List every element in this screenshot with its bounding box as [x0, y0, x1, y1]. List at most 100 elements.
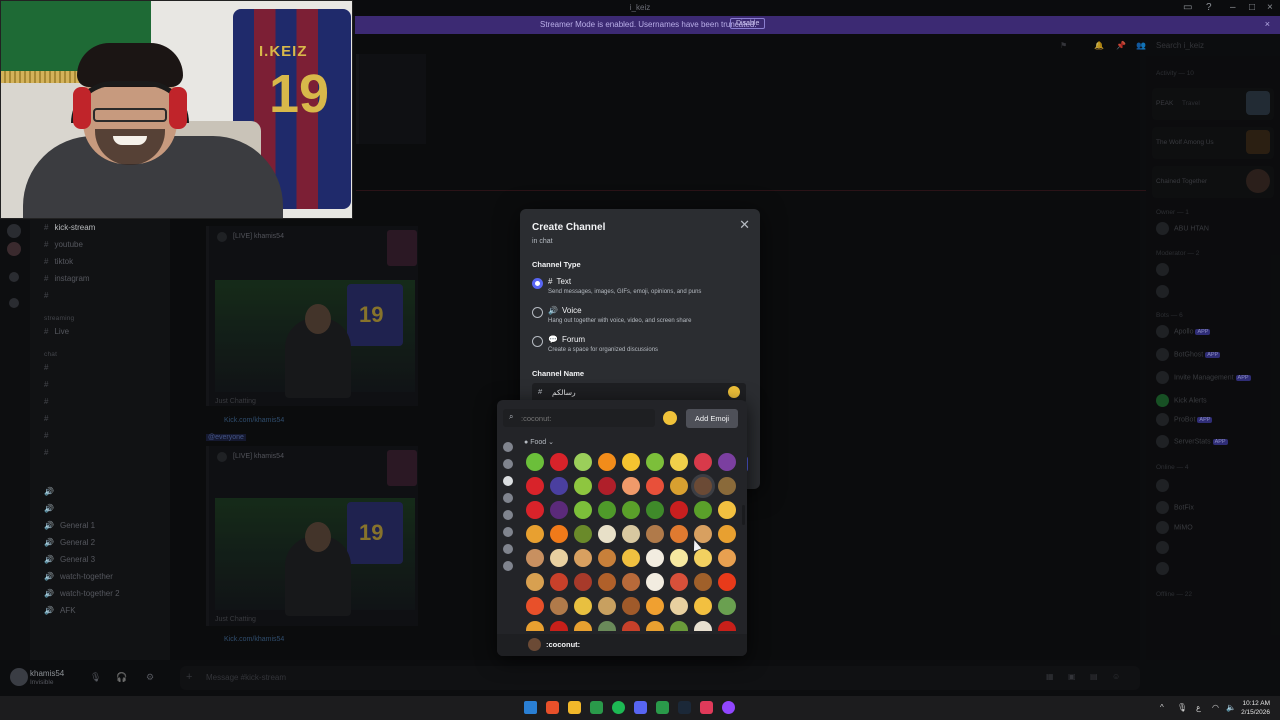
- emoji-cell[interactable]: [646, 597, 664, 615]
- channel-youtube[interactable]: # youtube: [44, 240, 83, 252]
- radio-text[interactable]: [532, 278, 543, 289]
- emoji-cell[interactable]: [670, 621, 688, 631]
- window-icon[interactable]: ▭: [1183, 2, 1192, 13]
- option-forum[interactable]: 💬 Forum Create a space for organized disc…: [532, 334, 748, 360]
- taskbar-clock[interactable]: 10:12 AM 2/15/2026: [1241, 699, 1270, 717]
- emoji-cell[interactable]: [694, 597, 712, 615]
- emoji-cell[interactable]: [550, 597, 568, 615]
- emoji-cell[interactable]: [718, 573, 736, 591]
- food-section-header[interactable]: ● Food ⌄: [524, 438, 554, 446]
- emoji-cell[interactable]: [718, 597, 736, 615]
- channel-item[interactable]: #: [44, 448, 54, 460]
- channel-instagram[interactable]: # instagram: [44, 274, 90, 286]
- microphone-tray-icon[interactable]: 🎙: [1177, 703, 1187, 712]
- emoji-cell[interactable]: [526, 525, 544, 543]
- emoji-cell[interactable]: [526, 597, 544, 615]
- objects-category-icon[interactable]: [503, 527, 513, 537]
- food-category-icon[interactable]: [503, 476, 513, 486]
- category-chat[interactable]: chat: [44, 351, 57, 358]
- emoji-cell[interactable]: [622, 597, 640, 615]
- headphones-icon[interactable]: 🎧: [116, 672, 127, 683]
- emoji-cell[interactable]: [694, 621, 712, 631]
- voice-afk[interactable]: 🔊 AFK: [44, 606, 76, 618]
- emoji-cell[interactable]: [718, 501, 736, 519]
- emoji-cell[interactable]: [550, 549, 568, 567]
- emoji-cell[interactable]: [622, 477, 640, 495]
- volume-icon[interactable]: 🔈: [1226, 703, 1236, 712]
- option-text[interactable]: # Text Send messages, images, GIFs, emoji…: [532, 276, 748, 302]
- emoji-cell[interactable]: [526, 501, 544, 519]
- option-voice[interactable]: 🔊 Voice Hang out together with voice, vid…: [532, 305, 748, 331]
- add-emoji-button[interactable]: Add Emoji: [686, 409, 738, 428]
- voice-general-1[interactable]: 🔊 General 1: [44, 521, 95, 533]
- emoji-cell[interactable]: [598, 525, 616, 543]
- emoji-search[interactable]: ⌕: [503, 409, 655, 427]
- emoji-cell[interactable]: [622, 621, 640, 631]
- avatar[interactable]: [10, 668, 28, 686]
- close-window-button[interactable]: ×: [1267, 2, 1273, 13]
- close-icon[interactable]: ✕: [739, 217, 750, 233]
- emoji-cell[interactable]: [550, 453, 568, 471]
- emoji-cell[interactable]: [598, 477, 616, 495]
- emoji-scrollbar[interactable]: [742, 505, 745, 525]
- taskbar-app-icon[interactable]: [722, 701, 735, 714]
- voice-general-2[interactable]: 🔊 General 2: [44, 538, 95, 550]
- emoji-cell[interactable]: [622, 549, 640, 567]
- emoji-cell[interactable]: [622, 573, 640, 591]
- taskbar-app-icon[interactable]: [656, 701, 669, 714]
- channel-item[interactable]: #: [44, 291, 54, 303]
- emoji-cell[interactable]: [550, 501, 568, 519]
- nature-category-icon[interactable]: [503, 459, 513, 469]
- settings-gear-icon[interactable]: ⚙: [146, 672, 154, 683]
- taskbar-app-icon[interactable]: [568, 701, 581, 714]
- channel-kick-stream[interactable]: # kick-stream: [44, 223, 95, 235]
- people-category-icon[interactable]: [503, 442, 513, 452]
- emoji-cell[interactable]: [646, 573, 664, 591]
- maximize-button[interactable]: □: [1249, 2, 1255, 13]
- emoji-cell[interactable]: [598, 621, 616, 631]
- emoji-cell[interactable]: [622, 453, 640, 471]
- emoji-cell[interactable]: [670, 525, 688, 543]
- taskbar-app-icon[interactable]: [546, 701, 559, 714]
- mic-icon[interactable]: 🎙: [90, 672, 101, 683]
- emoji-picker-icon[interactable]: [728, 386, 740, 398]
- emoji-cell[interactable]: [646, 621, 664, 631]
- wifi-icon[interactable]: ◠: [1212, 703, 1219, 712]
- activities-category-icon[interactable]: [503, 493, 513, 503]
- emoji-cell[interactable]: [670, 573, 688, 591]
- emoji-cell[interactable]: [694, 477, 712, 495]
- emoji-cell[interactable]: [574, 573, 592, 591]
- emoji-cell[interactable]: [646, 501, 664, 519]
- taskbar-app-icon[interactable]: [634, 701, 647, 714]
- emoji-cell[interactable]: [694, 573, 712, 591]
- explore-icon[interactable]: [9, 298, 19, 308]
- close-banner-icon[interactable]: ×: [1265, 19, 1270, 29]
- emoji-cell[interactable]: [622, 501, 640, 519]
- emoji-cell[interactable]: [574, 549, 592, 567]
- channel-item[interactable]: #: [44, 363, 54, 375]
- emoji-cell[interactable]: [622, 525, 640, 543]
- emoji-cell[interactable]: [694, 549, 712, 567]
- emoji-cell[interactable]: [670, 477, 688, 495]
- emoji-cell[interactable]: [526, 477, 544, 495]
- radio-voice[interactable]: [532, 307, 543, 318]
- category-streaming[interactable]: streaming: [44, 315, 74, 322]
- taskbar-app-icon[interactable]: [612, 701, 625, 714]
- taskbar-app-icon[interactable]: [700, 701, 713, 714]
- emoji-cell[interactable]: [670, 549, 688, 567]
- emoji-cell[interactable]: [670, 501, 688, 519]
- emoji-cell[interactable]: [526, 621, 544, 631]
- emoji-cell[interactable]: [718, 525, 736, 543]
- emoji-cell[interactable]: [646, 549, 664, 567]
- emoji-cell[interactable]: [670, 453, 688, 471]
- emoji-cell[interactable]: [550, 525, 568, 543]
- language-indicator[interactable]: ع: [1196, 703, 1201, 712]
- flags-category-icon[interactable]: [503, 561, 513, 571]
- emoji-cell[interactable]: [670, 597, 688, 615]
- voice-general-3[interactable]: 🔊 General 3: [44, 555, 95, 567]
- random-emoji-icon[interactable]: [663, 411, 677, 425]
- voice-watch-together[interactable]: 🔊 watch-together: [44, 572, 113, 584]
- channel-item[interactable]: #: [44, 431, 54, 443]
- emoji-cell[interactable]: [598, 597, 616, 615]
- emoji-cell[interactable]: [694, 501, 712, 519]
